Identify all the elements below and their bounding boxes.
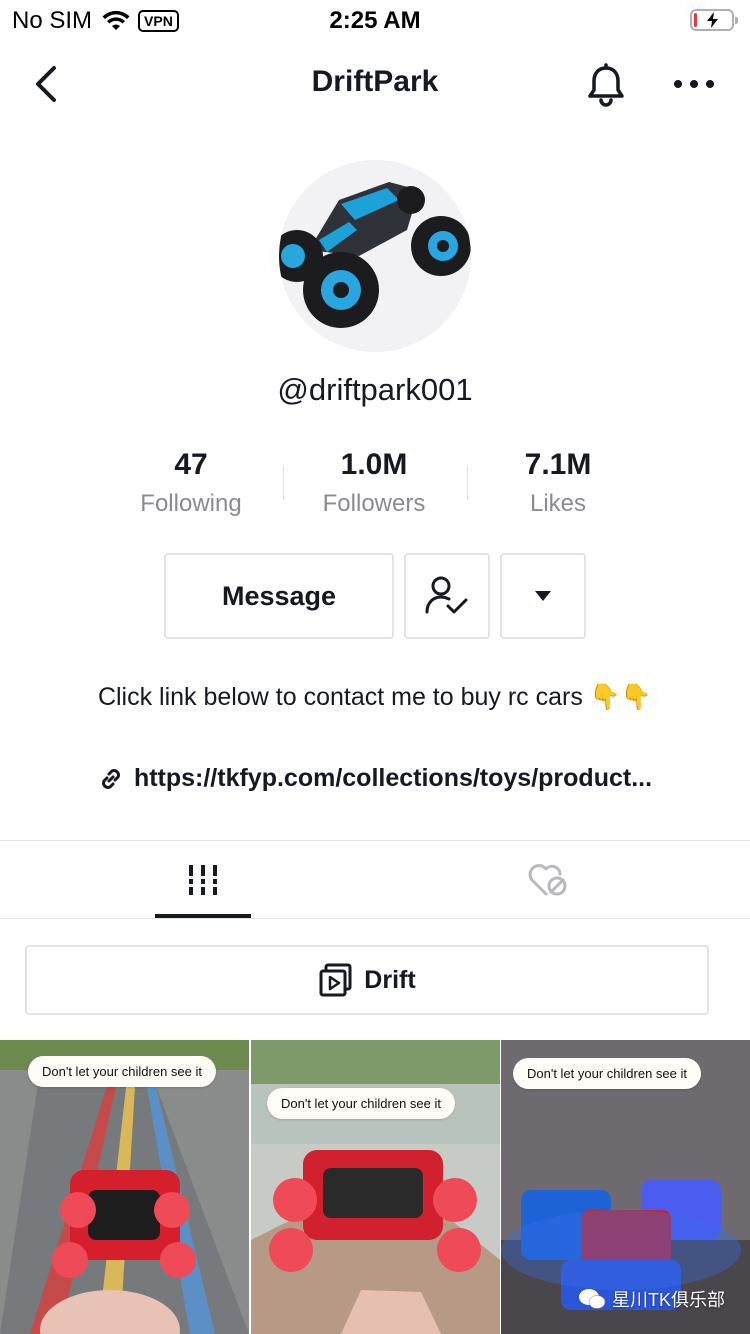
username: @driftpark001 (277, 372, 473, 407)
message-button[interactable]: Message (164, 553, 394, 639)
video-thumbnail-image (251, 1040, 500, 1334)
stat-followers[interactable]: 1.0M Followers (284, 448, 464, 518)
clock: 2:25 AM (329, 7, 421, 34)
video-thumbnail[interactable]: Don't let your children see it (251, 1040, 500, 1334)
divider (0, 918, 750, 919)
watermark-text: 星川TK俱乐部 (612, 1290, 726, 1310)
link-icon (102, 768, 120, 789)
status-bar: No SIM VPN 2:25 AM (0, 0, 750, 40)
video-caption: Don't let your children see it (267, 1088, 456, 1119)
stat-likes[interactable]: 7.1M Likes (468, 448, 648, 518)
avatar[interactable] (279, 160, 471, 352)
stat-label: Followers (322, 490, 426, 517)
bell-icon[interactable] (584, 62, 628, 108)
caret-down-icon (535, 591, 551, 601)
tab-liked[interactable] (500, 842, 596, 918)
bio-link-text: https://tkfyp.com/collections/toys/produ… (133, 764, 653, 792)
watermark: 星川TK俱乐部 (578, 1286, 725, 1312)
rc-car-avatar-image (279, 160, 471, 352)
battery-icon (690, 9, 738, 31)
top-nav: DriftPark (0, 50, 750, 120)
stat-value: 1.0M (340, 448, 408, 481)
suggested-dropdown-button[interactable] (500, 553, 586, 639)
stat-value: 47 (174, 448, 208, 481)
video-caption: Don't let your children see it (28, 1056, 217, 1087)
divider (0, 840, 750, 841)
video-caption: Don't let your children see it (513, 1058, 702, 1089)
battery-level (694, 13, 697, 27)
charging-bolt-icon (707, 12, 718, 28)
playlist-label: Drift (364, 965, 416, 994)
stat-label: Following (140, 490, 242, 517)
more-icon[interactable] (672, 70, 716, 100)
stat-value: 7.1M (524, 448, 592, 481)
liked-hidden-icon (528, 864, 567, 896)
playlist-icon (319, 963, 352, 997)
bio-link[interactable]: https://tkfyp.com/collections/toys/produ… (0, 764, 750, 793)
grid-icon (187, 865, 219, 895)
wechat-icon (579, 1289, 606, 1309)
stat-following[interactable]: 47 Following (101, 448, 281, 518)
following-button[interactable] (404, 553, 490, 639)
video-thumbnail[interactable]: Don't let your children see it (0, 1040, 249, 1334)
tab-videos[interactable] (155, 842, 251, 918)
user-check-icon (425, 576, 468, 614)
page-title: DriftPark (311, 65, 439, 98)
bio-text: Click link below to contact me to buy rc… (97, 683, 653, 711)
playlist-button[interactable]: Drift (25, 945, 709, 1015)
stat-label: Likes (529, 490, 587, 517)
